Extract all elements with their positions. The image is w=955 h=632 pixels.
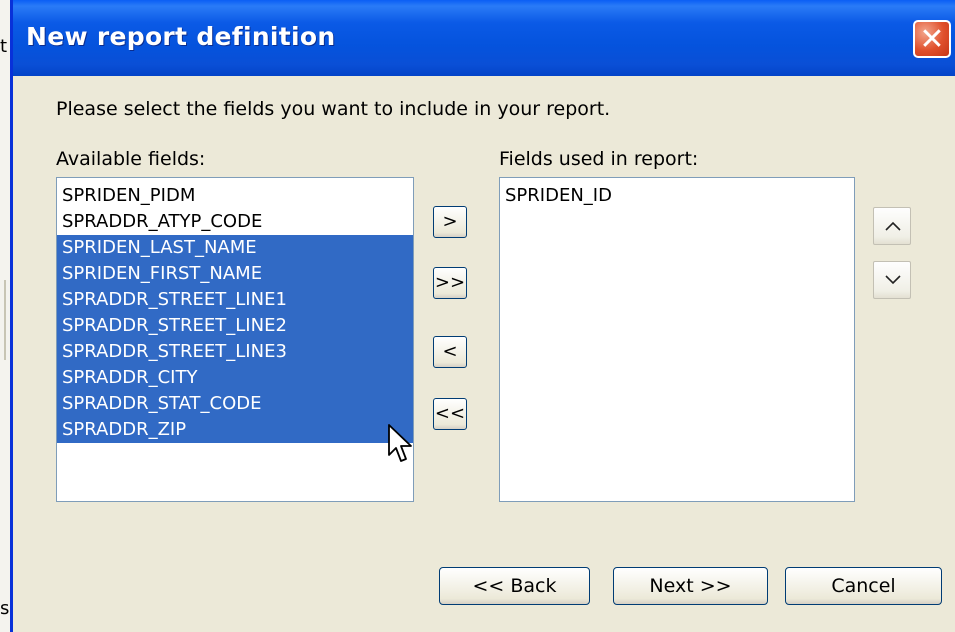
cancel-button-label: Cancel [831, 575, 896, 597]
list-item[interactable]: SPRIDEN_ID [500, 183, 854, 209]
remove-all-fields-label: << [434, 403, 466, 424]
list-item[interactable]: SPRADDR_STREET_LINE1 [57, 287, 413, 313]
close-button[interactable]: ✕ [913, 20, 951, 58]
list-item[interactable]: SPRIDEN_FIRST_NAME [57, 261, 413, 287]
add-all-fields-button[interactable]: >> [433, 267, 467, 299]
used-fields-list[interactable]: SPRIDEN_ID [499, 177, 855, 502]
background-text-fragment: t [0, 36, 8, 57]
list-item[interactable]: SPRADDR_STAT_CODE [57, 391, 413, 417]
available-fields-items: SPRIDEN_PIDM SPRADDR_ATYP_CODE SPRIDEN_LAS… [57, 178, 413, 443]
new-report-dialog: New report definition ✕ Please select th… [10, 0, 955, 632]
list-item[interactable]: SPRADDR_CITY [57, 365, 413, 391]
back-button[interactable]: << Back [439, 567, 590, 605]
background-window-edge: t s [0, 0, 10, 632]
chevron-down-icon [885, 275, 901, 285]
back-button-label: << Back [472, 575, 557, 597]
cancel-button[interactable]: Cancel [785, 567, 942, 605]
chevron-up-icon [885, 221, 901, 231]
add-all-fields-label: >> [434, 272, 466, 293]
list-item[interactable]: SPRIDEN_PIDM [57, 183, 413, 209]
list-item[interactable]: SPRADDR_STREET_LINE2 [57, 313, 413, 339]
list-item[interactable]: SPRIDEN_LAST_NAME [57, 235, 413, 261]
list-item[interactable]: SPRADDR_ZIP [57, 417, 413, 443]
add-field-label: > [442, 211, 458, 232]
move-down-button[interactable] [873, 261, 911, 299]
mouse-pointer-icon [388, 424, 412, 462]
available-fields-list[interactable]: SPRIDEN_PIDM SPRADDR_ATYP_CODE SPRIDEN_LAS… [56, 177, 414, 502]
next-button[interactable]: Next >> [613, 567, 768, 605]
window-title: New report definition [26, 22, 336, 51]
remove-field-button[interactable]: < [433, 336, 467, 368]
background-divider [4, 280, 6, 360]
remove-all-fields-button[interactable]: << [433, 398, 467, 430]
next-button-label: Next >> [649, 575, 732, 597]
list-item[interactable]: SPRADDR_STREET_LINE3 [57, 339, 413, 365]
remove-field-label: < [442, 341, 458, 362]
available-fields-label: Available fields: [56, 148, 206, 170]
used-fields-label: Fields used in report: [499, 148, 699, 170]
close-icon: ✕ [919, 22, 945, 57]
title-bar[interactable]: New report definition ✕ [13, 0, 955, 76]
used-fields-items: SPRIDEN_ID [500, 178, 854, 209]
add-field-button[interactable]: > [433, 206, 467, 238]
instruction-text: Please select the fields you want to inc… [56, 98, 611, 120]
move-up-button[interactable] [873, 207, 911, 245]
list-item[interactable]: SPRADDR_ATYP_CODE [57, 209, 413, 235]
background-text-fragment: s [0, 598, 10, 619]
